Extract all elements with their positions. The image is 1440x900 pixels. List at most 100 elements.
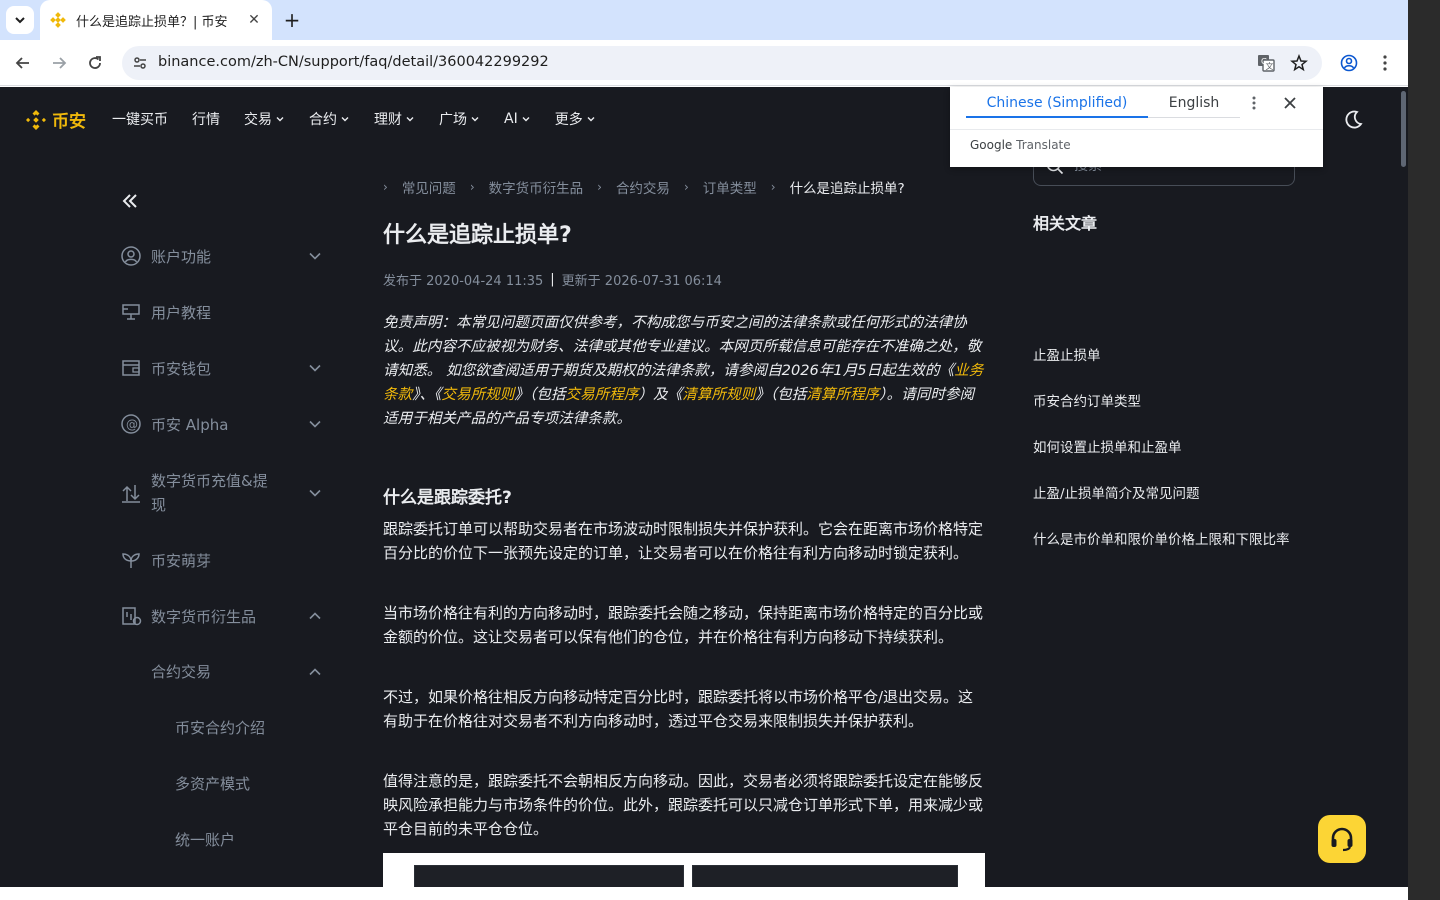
sidebar-subsub-intro[interactable]: 币安合约介绍 xyxy=(175,717,330,738)
nav-buy-crypto[interactable]: 一键买币 xyxy=(112,109,168,129)
browser-tabstrip: 什么是追踪止损单？| 币安 ✕ + xyxy=(0,0,1408,40)
binance-logo[interactable]: 币安 xyxy=(24,107,86,132)
moon-icon[interactable] xyxy=(1342,109,1364,131)
reload-button[interactable] xyxy=(83,51,107,75)
translate-options-button[interactable] xyxy=(1252,95,1256,114)
translate-close-button[interactable] xyxy=(1284,93,1296,114)
sidebar-item-label: 数字货币衍生品 xyxy=(151,607,257,626)
published-date: 发布于 2020-04-24 11:35 xyxy=(383,274,544,289)
address-bar[interactable]: binance.com/zh-CN/support/faq/detail/360… xyxy=(122,46,1322,80)
nav-label: 广场 xyxy=(439,112,467,128)
breadcrumb-separator-icon: › xyxy=(770,180,776,194)
link-exchange-rules[interactable]: 交易所规则 xyxy=(441,386,514,403)
sidebar-subsub-multiasset[interactable]: 多资产模式 xyxy=(175,773,330,794)
nav-ai[interactable]: AI xyxy=(504,109,531,129)
sidebar-item-wallet[interactable]: 币安钱包 xyxy=(120,357,330,379)
tab-close-icon[interactable]: ✕ xyxy=(246,12,262,28)
nav-label: 一键买币 xyxy=(112,112,168,128)
chevron-down-icon xyxy=(276,117,284,122)
derivatives-icon xyxy=(122,607,142,626)
nav-trade[interactable]: 交易 xyxy=(244,109,285,129)
profile-button[interactable] xyxy=(1337,51,1361,75)
chevron-down-icon xyxy=(309,489,321,497)
related-article-link[interactable]: 止盈止损单 xyxy=(1033,345,1295,367)
sidebar-item-alpha[interactable]: @ 币安 Alpha xyxy=(120,413,330,435)
sidebar-subitem-futures[interactable]: 合约交易 xyxy=(151,661,330,682)
sidebar-item-deposit-withdraw[interactable]: 数字货币充值&提现 xyxy=(120,469,321,517)
main-nav: 一键买币 行情 交易 合约 理财 广场 AI 更多 xyxy=(112,109,620,129)
back-button[interactable] xyxy=(11,51,35,75)
breadcrumb-link[interactable]: 合约交易 xyxy=(616,177,670,197)
related-article-link[interactable]: 币安合约订单类型 xyxy=(1033,391,1295,413)
bookmark-star-icon[interactable] xyxy=(1289,53,1309,73)
binance-logo-icon xyxy=(26,109,46,130)
related-article-link[interactable]: 如何设置止损单和止盈单 xyxy=(1033,437,1295,459)
nav-earn[interactable]: 理财 xyxy=(374,109,415,129)
sidebar-subsub-label: 币安合约介绍 xyxy=(175,719,266,737)
tutorial-icon xyxy=(122,304,140,320)
google-translate-brand: Google Translate xyxy=(970,138,1071,152)
link-exchange-procedures[interactable]: 交易所程序 xyxy=(565,386,638,403)
sidebar-subsub-unified[interactable]: 统一账户 xyxy=(175,829,330,850)
active-tab-indicator xyxy=(966,116,1148,118)
new-tab-button[interactable]: + xyxy=(280,8,304,32)
link-clearing-rules[interactable]: 清算所规则 xyxy=(682,386,755,403)
chevron-down-icon xyxy=(471,117,479,122)
sidebar-item-tutorials[interactable]: 用户教程 xyxy=(120,301,330,323)
article-paragraph: 当市场价格往有利的方向移动时，跟踪委托会随之移动，保持距离市场价格特定的百分比或… xyxy=(383,604,984,646)
collapse-sidebar-icon[interactable] xyxy=(120,191,140,211)
article-meta: 发布于 2020-04-24 11:35 | 更新于 2026-07-31 06… xyxy=(383,270,722,289)
related-article-link[interactable]: 止盈/止损单简介及常见问题 xyxy=(1033,483,1295,505)
image-panel xyxy=(414,865,684,887)
window-edge xyxy=(1408,0,1440,900)
sidebar-item-label: 币安 Alpha xyxy=(151,415,229,434)
nav-markets[interactable]: 行情 xyxy=(192,109,220,129)
arrow-right-icon xyxy=(53,57,67,69)
page-scrollbar[interactable] xyxy=(1400,87,1408,887)
disclaimer-text: 》（包括 xyxy=(514,386,566,403)
updated-date: 更新于 2026-07-31 06:14 xyxy=(561,274,722,289)
nav-more[interactable]: 更多 xyxy=(555,109,596,129)
tab-search-button[interactable] xyxy=(6,6,34,34)
breadcrumb-link[interactable]: 常见问题 xyxy=(402,177,456,197)
site-settings-icon[interactable] xyxy=(130,53,150,73)
link-clearing-procedures[interactable]: 清算所程序 xyxy=(806,386,879,403)
breadcrumb-link[interactable]: 数字货币衍生品 xyxy=(489,177,584,197)
legal-disclaimer: 免责声明：本常见问题页面仅供参考，不构成您与币安之间的法律条款或任何形式的法律协… xyxy=(383,311,985,431)
profile-icon xyxy=(1340,54,1358,72)
sidebar-item-account[interactable]: 账户功能 xyxy=(120,245,330,267)
nav-label: 行情 xyxy=(192,112,220,128)
breadcrumb-separator-icon: › xyxy=(469,180,475,194)
support-chat-button[interactable] xyxy=(1318,815,1366,863)
related-article-link[interactable]: 什么是市价单和限价单价格上限和下限比率 xyxy=(1033,529,1295,551)
nav-label: AI xyxy=(504,111,518,127)
translate-lang-english[interactable]: English xyxy=(1148,95,1240,119)
forward-button[interactable] xyxy=(47,51,71,75)
sprout-icon xyxy=(122,553,140,568)
sidebar-item-label: 币安钱包 xyxy=(151,359,212,378)
nav-square[interactable]: 广场 xyxy=(439,109,480,129)
sidebar-item-label: 用户教程 xyxy=(151,303,212,322)
breadcrumb: › 常见问题 › 数字货币衍生品 › 合约交易 › 订单类型 › 什么是追踪止损… xyxy=(383,177,905,197)
translate-popup: Chinese (Simplified) English Google Tran… xyxy=(950,87,1323,167)
chevron-down-icon xyxy=(522,117,530,122)
browser-tab-active[interactable]: 什么是追踪止损单？| 币安 ✕ xyxy=(40,0,272,40)
nav-label: 合约 xyxy=(309,112,337,128)
browser-toolbar: binance.com/zh-CN/support/faq/detail/360… xyxy=(0,40,1408,86)
breadcrumb-separator-icon: › xyxy=(597,180,602,194)
alpha-at-icon: @ xyxy=(121,414,141,434)
breadcrumb-separator-icon: › xyxy=(383,180,388,194)
related-articles-title: 相关文章 xyxy=(1033,214,1098,233)
brand-translate: Translate xyxy=(1016,138,1071,152)
sidebar-item-sprout[interactable]: 币安萌芽 xyxy=(120,549,330,571)
article-paragraph: 值得注意的是，跟踪委托不会朝相反方向移动。因此，交易者必须将跟踪委托设定在能够反… xyxy=(383,772,984,838)
breadcrumb-current: 什么是追踪止损单? xyxy=(789,181,905,197)
breadcrumb-link[interactable]: 订单类型 xyxy=(703,177,757,197)
scrollbar-thumb[interactable] xyxy=(1401,91,1406,167)
translate-page-icon[interactable]: G文 xyxy=(1256,53,1276,73)
nav-futures[interactable]: 合约 xyxy=(309,109,350,129)
sidebar-item-derivatives[interactable]: 数字货币衍生品 xyxy=(120,605,330,627)
tab-title: 什么是追踪止损单？| 币安 xyxy=(76,14,228,30)
chevron-up-icon xyxy=(309,667,321,675)
browser-menu-button[interactable] xyxy=(1373,51,1397,75)
